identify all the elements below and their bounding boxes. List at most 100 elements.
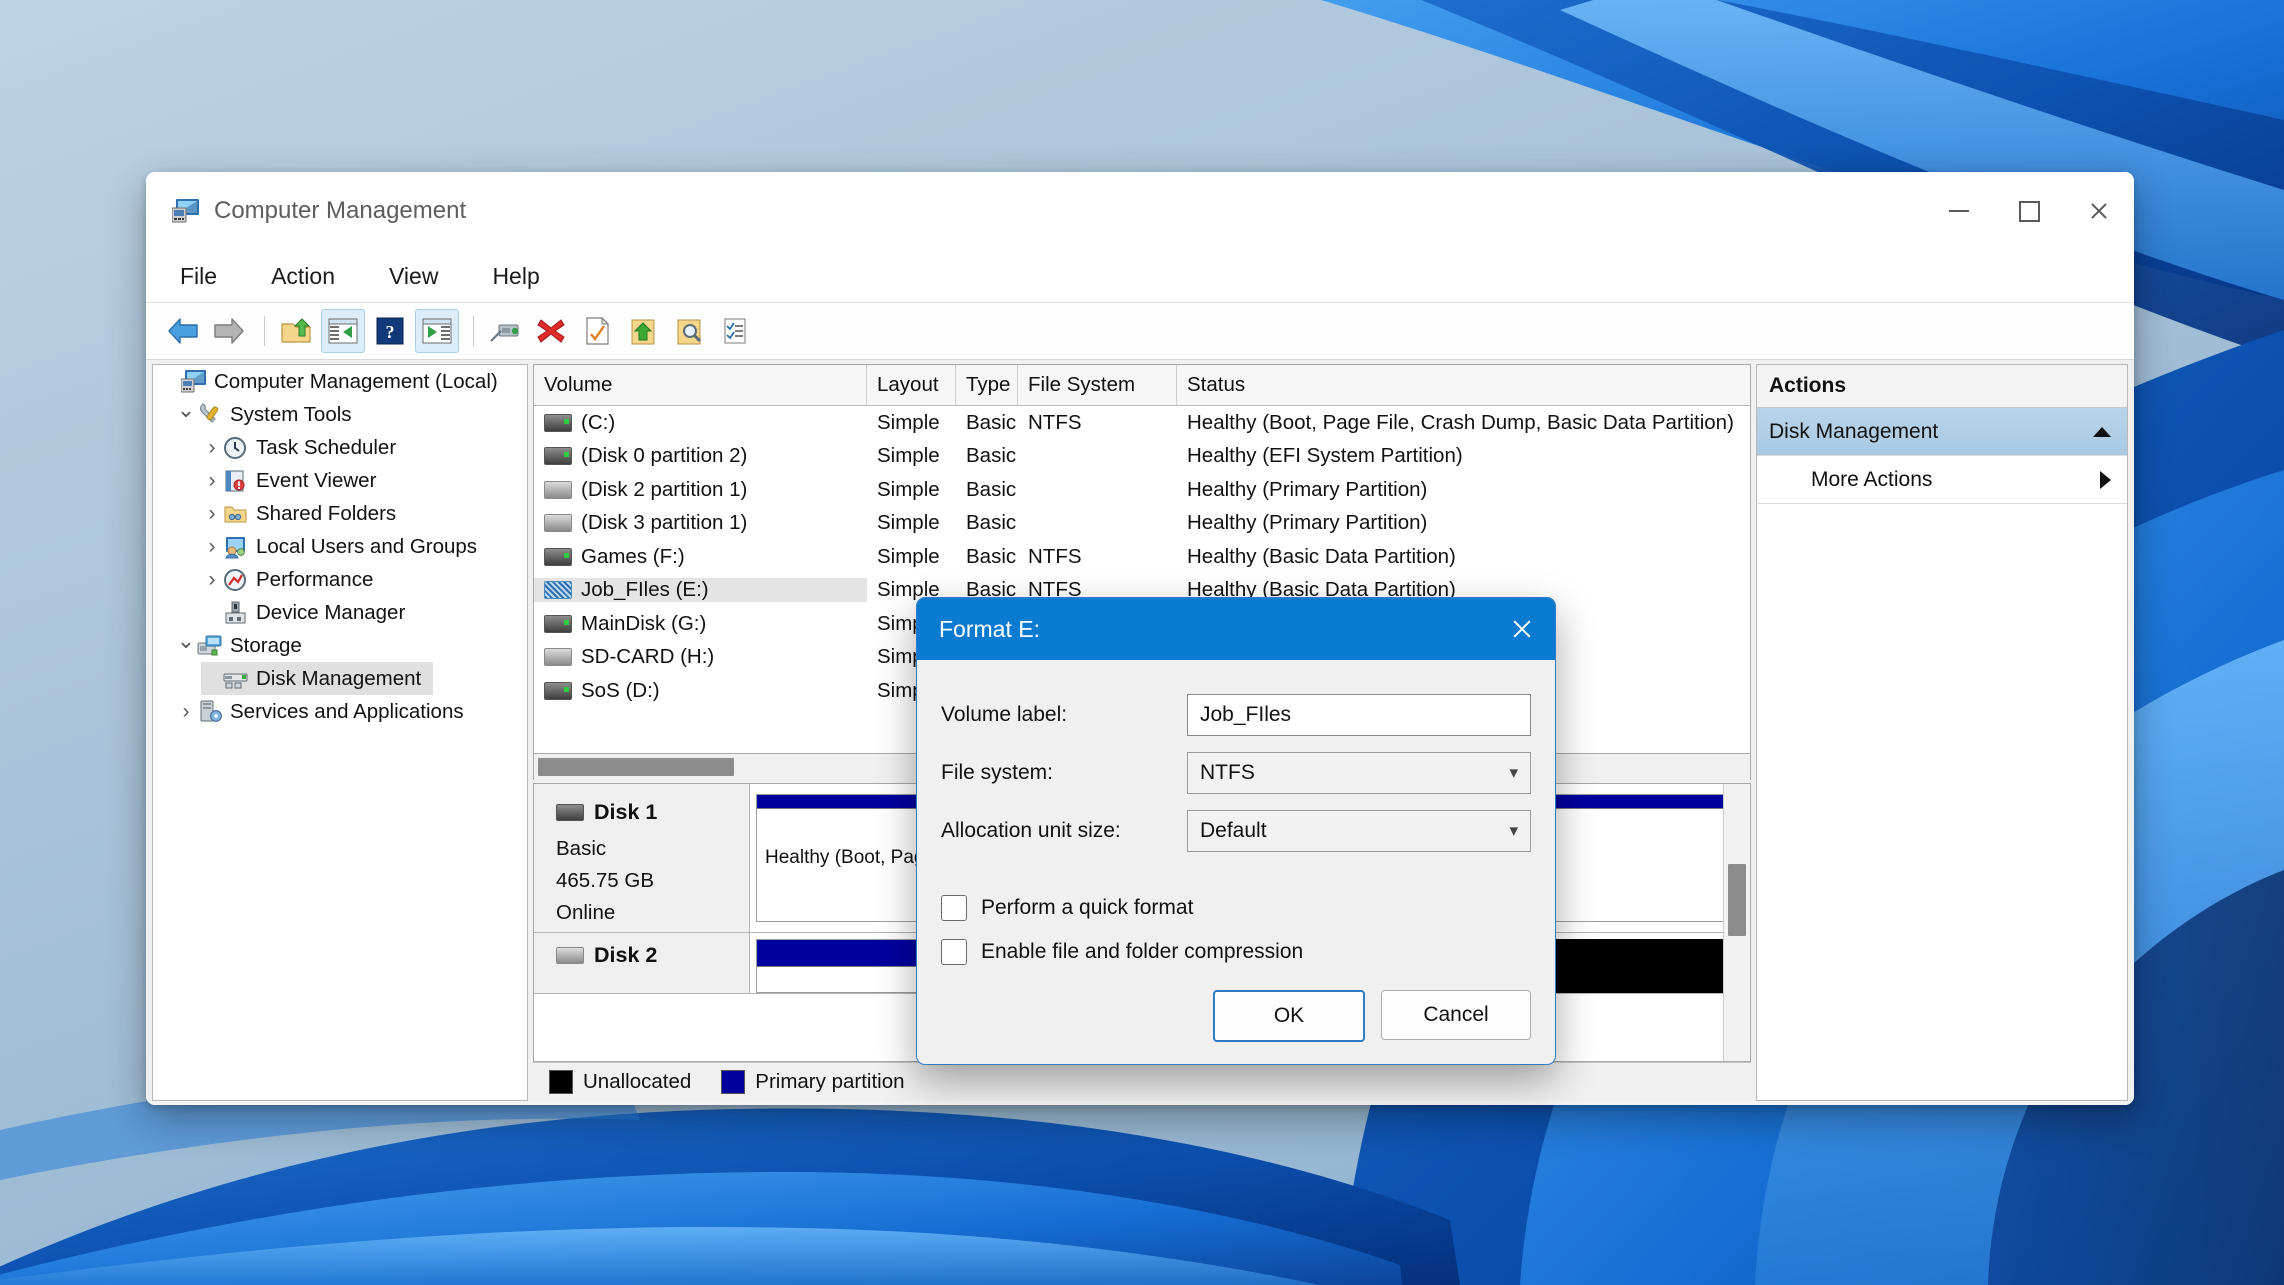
cell-layout: Simple xyxy=(877,511,940,535)
tree-item-device-manager[interactable]: Device Manager xyxy=(153,596,527,629)
table-row[interactable]: (C:) Simple Basic NTFS Healthy (Boot, Pa… xyxy=(534,406,1750,440)
tree-item-services-and-applications[interactable]: Services and Applications xyxy=(153,695,527,728)
checkbox-row-quick-format[interactable]: Perform a quick format xyxy=(941,886,1531,930)
delete-icon[interactable] xyxy=(530,310,572,352)
column-header-file-system[interactable]: File System xyxy=(1018,365,1177,405)
table-row[interactable]: (Disk 0 partition 2) Simple Basic Health… xyxy=(534,440,1750,474)
checkbox-row-compression[interactable]: Enable file and folder compression xyxy=(941,930,1531,974)
drive-icon xyxy=(544,648,572,667)
column-header-status[interactable]: Status xyxy=(1177,365,1750,405)
column-header-volume[interactable]: Volume xyxy=(534,365,867,405)
drive-icon xyxy=(544,547,572,566)
task-list-icon[interactable] xyxy=(714,310,756,352)
table-row[interactable]: (Disk 3 partition 1) Simple Basic Health… xyxy=(534,507,1750,541)
format-dialog: Format E: Volume label: Job_FIles File s… xyxy=(916,597,1556,1065)
status-bar xyxy=(146,1101,2134,1105)
actions-item-label: Disk Management xyxy=(1769,419,1939,443)
cell-layout: Simple xyxy=(877,477,940,501)
refresh-scan-icon[interactable] xyxy=(484,310,526,352)
volume-label-input[interactable]: Job_FIles xyxy=(1187,694,1531,736)
chevron-right-icon[interactable] xyxy=(201,436,223,460)
show-hide-action-pane-icon[interactable] xyxy=(415,309,459,353)
legend-item-primary-partition: Primary partition xyxy=(721,1070,905,1094)
storage-icon xyxy=(197,634,223,658)
tree-item-system-tools[interactable]: System Tools xyxy=(153,398,527,431)
cell-status: Healthy (Primary Partition) xyxy=(1187,477,1428,501)
menu-help[interactable]: Help xyxy=(484,259,547,294)
disk-name: Disk 1 xyxy=(594,800,658,824)
scrollbar-thumb[interactable] xyxy=(538,758,734,776)
tree-item-task-scheduler[interactable]: Task Scheduler xyxy=(153,431,527,464)
file-system-select[interactable]: NTFS ▾ xyxy=(1187,752,1531,794)
find-icon[interactable] xyxy=(668,310,710,352)
menu-action[interactable]: Action xyxy=(263,259,343,294)
tree-item-disk-management[interactable]: Disk Management xyxy=(201,662,434,695)
cell-volume: (C:) xyxy=(581,410,616,434)
field-row-file-system: File system: NTFS ▾ xyxy=(941,744,1531,802)
cell-type: Basic xyxy=(966,444,1017,468)
graphical-view-vertical-scrollbar[interactable] xyxy=(1723,784,1750,1061)
computer-management-window: Computer Management File Action View Hel… xyxy=(146,172,2134,1105)
compression-checkbox[interactable] xyxy=(941,939,967,965)
computer-icon xyxy=(180,369,207,394)
chevron-right-icon[interactable] xyxy=(2100,470,2111,489)
disk-title: Disk 1 xyxy=(556,800,749,825)
export-list-icon[interactable] xyxy=(622,310,664,352)
window-title: Computer Management xyxy=(214,197,467,224)
cancel-button[interactable]: Cancel xyxy=(1381,990,1531,1040)
properties-icon[interactable] xyxy=(576,310,618,352)
tree-item-label: Device Manager xyxy=(256,600,406,624)
column-header-layout[interactable]: Layout xyxy=(867,365,956,405)
close-button[interactable] xyxy=(2064,172,2134,250)
ok-button[interactable]: OK xyxy=(1213,990,1365,1042)
chevron-up-icon[interactable] xyxy=(2093,426,2111,437)
clock-icon xyxy=(223,436,249,460)
help-icon[interactable]: ? xyxy=(369,310,411,352)
tree-item-performance[interactable]: Performance xyxy=(153,563,527,596)
quick-format-checkbox[interactable] xyxy=(941,895,967,921)
show-hide-console-tree-icon[interactable] xyxy=(321,309,365,353)
up-folder-icon[interactable] xyxy=(275,310,317,352)
chevron-right-icon[interactable] xyxy=(201,502,223,526)
table-row[interactable]: Games (F:) Simple Basic NTFS Healthy (Ba… xyxy=(534,540,1750,574)
tree-item-storage[interactable]: Storage xyxy=(153,629,527,662)
partition-legend: Unallocated Primary partition xyxy=(533,1062,1751,1101)
dialog-title: Format E: xyxy=(939,615,1040,642)
dialog-titlebar: Format E: xyxy=(917,598,1555,660)
tree-item-computer-management-local[interactable]: Computer Management (Local) xyxy=(153,365,527,398)
toolbar: ? xyxy=(146,303,2134,360)
dialog-close-button[interactable] xyxy=(1489,598,1555,660)
svg-text:?: ? xyxy=(386,322,395,342)
console-tree: Computer Management (Local) System Tools xyxy=(152,364,528,1101)
minimize-button[interactable] xyxy=(1924,172,1994,250)
close-icon xyxy=(1511,618,1533,640)
column-header-type[interactable]: Type xyxy=(956,365,1018,405)
field-row-volume-label: Volume label: Job_FIles xyxy=(941,686,1531,744)
menu-bar: File Action View Help xyxy=(146,250,2134,303)
cell-file-system: NTFS xyxy=(1028,410,1082,434)
disk-info: Disk 2 xyxy=(534,933,750,993)
chevron-right-icon[interactable] xyxy=(175,700,197,724)
allocation-unit-size-value: Default xyxy=(1200,819,1267,842)
menu-view[interactable]: View xyxy=(381,259,446,294)
chevron-down-icon[interactable] xyxy=(175,402,197,428)
chevron-right-icon[interactable] xyxy=(201,535,223,559)
chevron-right-icon[interactable] xyxy=(201,469,223,493)
table-row[interactable]: (Disk 2 partition 1) Simple Basic Health… xyxy=(534,473,1750,507)
allocation-unit-size-select[interactable]: Default ▾ xyxy=(1187,810,1531,852)
tree-item-shared-folders[interactable]: Shared Folders xyxy=(153,497,527,530)
actions-item-disk-management[interactable]: Disk Management xyxy=(1757,408,2127,456)
tree-item-event-viewer[interactable]: Event Viewer xyxy=(153,464,527,497)
drive-icon xyxy=(544,681,572,700)
menu-file[interactable]: File xyxy=(172,259,225,294)
actions-item-more-actions[interactable]: More Actions xyxy=(1757,456,2127,504)
scrollbar-thumb[interactable] xyxy=(1728,864,1746,936)
maximize-button[interactable] xyxy=(1994,172,2064,250)
legend-swatch xyxy=(549,1070,573,1094)
chevron-right-icon[interactable] xyxy=(201,568,223,592)
chevron-down-icon[interactable] xyxy=(175,633,197,659)
tree-item-local-users-and-groups[interactable]: Local Users and Groups xyxy=(153,530,527,563)
forward-icon[interactable] xyxy=(208,310,250,352)
back-icon[interactable] xyxy=(162,310,204,352)
tools-icon xyxy=(197,402,223,427)
